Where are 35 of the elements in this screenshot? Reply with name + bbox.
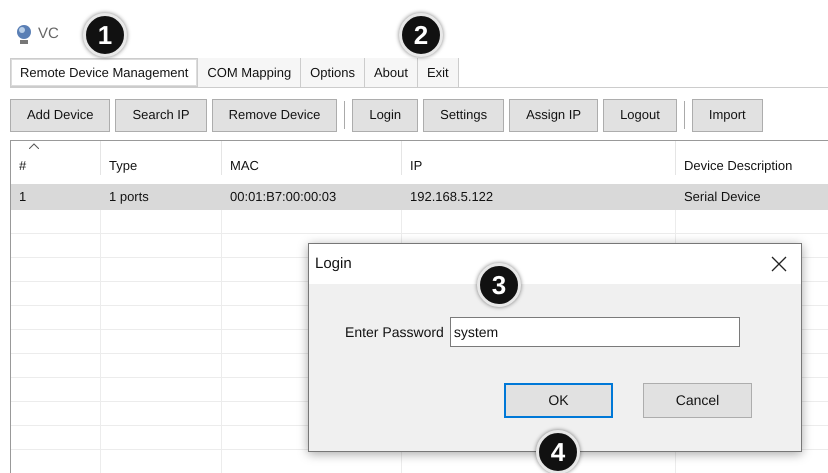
toolbar-button[interactable]: Settings bbox=[423, 98, 504, 132]
toolbar-button[interactable]: Assign IP bbox=[509, 98, 598, 132]
table-cell: 1 ports bbox=[109, 189, 149, 204]
table-cell: 1 bbox=[19, 189, 26, 204]
toolbar-button[interactable]: Add Device bbox=[10, 98, 110, 132]
table-cell: 00:01:B7:00:00:03 bbox=[230, 189, 336, 204]
app-globe-icon bbox=[14, 23, 34, 45]
password-label: Enter Password bbox=[345, 322, 444, 342]
window-title: VC bbox=[38, 24, 59, 44]
tab[interactable]: Options bbox=[301, 58, 365, 87]
column-header[interactable]: Device Description bbox=[684, 156, 792, 175]
toolbar-button[interactable]: Logout bbox=[603, 98, 677, 132]
step-marker: 2 bbox=[399, 13, 443, 57]
close-icon[interactable] bbox=[771, 256, 787, 272]
table-row[interactable]: 1 1 ports 00:01:B7:00:00:03 192.168.5.122 Serial Device bbox=[11, 184, 828, 210]
tab[interactable]: COM Mapping bbox=[198, 58, 302, 87]
password-field[interactable]: system bbox=[450, 317, 740, 347]
step-marker: 1 bbox=[83, 13, 127, 57]
tab[interactable]: About bbox=[364, 58, 418, 87]
toolbar-button[interactable]: Import bbox=[692, 98, 763, 132]
toolbar-button[interactable]: Remove Device bbox=[212, 98, 338, 132]
table-cell: Serial Device bbox=[684, 189, 761, 204]
sort-caret-icon bbox=[29, 143, 39, 149]
tab[interactable]: Remote Device Management bbox=[10, 58, 198, 87]
dialog-button[interactable]: Cancel bbox=[643, 383, 752, 418]
column-header[interactable]: Type bbox=[109, 156, 138, 175]
table-cell: 192.168.5.122 bbox=[410, 189, 494, 204]
toolbar-button[interactable]: Login bbox=[352, 98, 418, 132]
column-header[interactable]: IP bbox=[410, 156, 422, 175]
toolbar-button[interactable]: Search IP bbox=[115, 98, 207, 132]
column-header[interactable]: MAC bbox=[230, 156, 259, 175]
dialog-title: Login bbox=[315, 254, 352, 274]
tab[interactable]: Exit bbox=[418, 58, 459, 87]
column-header[interactable]: # bbox=[19, 156, 26, 175]
dialog-button[interactable]: OK bbox=[504, 383, 613, 418]
